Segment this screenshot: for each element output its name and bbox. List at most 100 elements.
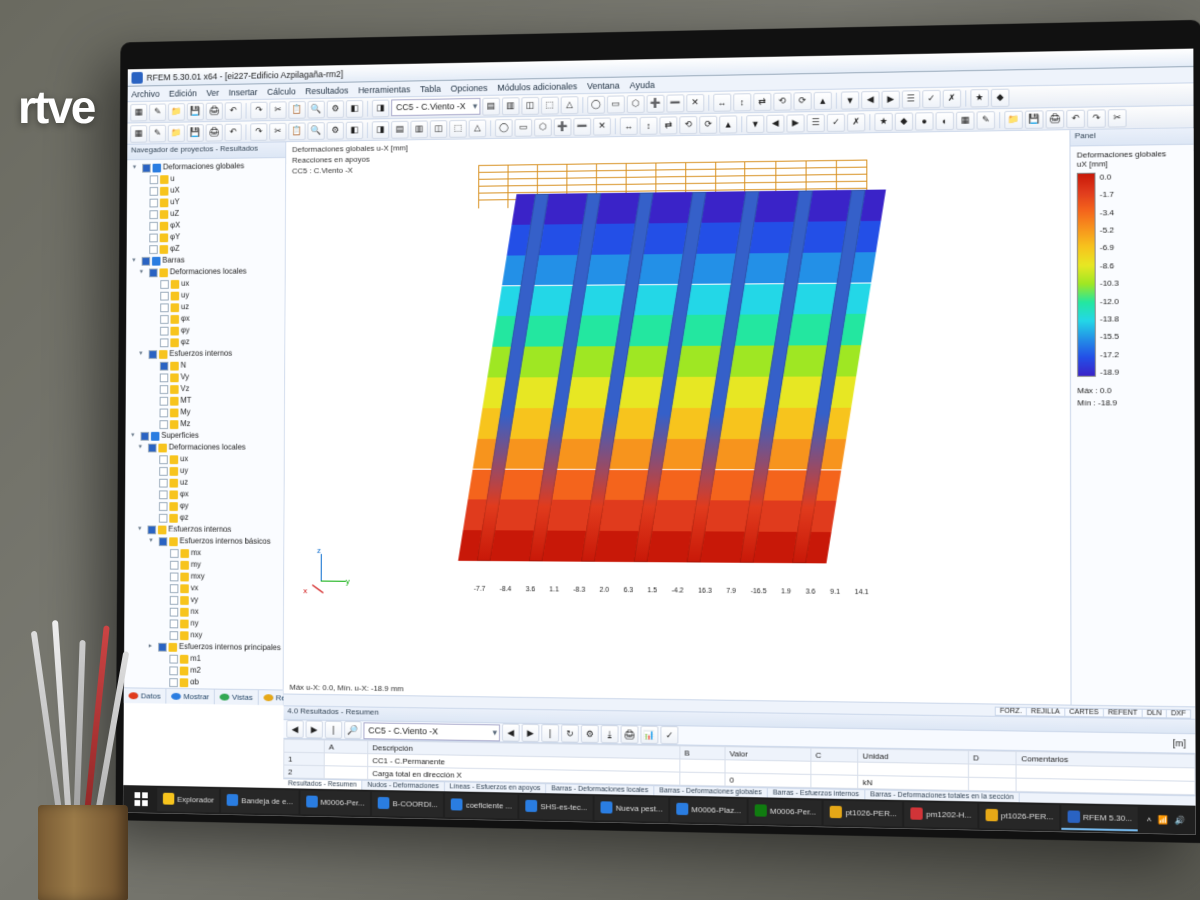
toolbar-button[interactable]: ✂: [269, 101, 286, 119]
toolbar-button[interactable]: ▼: [841, 91, 859, 109]
tree-node[interactable]: N: [126, 359, 284, 371]
toolbar-button[interactable]: ◨: [372, 121, 389, 139]
toolbar-button[interactable]: ↔: [620, 117, 638, 135]
toolbar-button[interactable]: ↕: [733, 93, 751, 111]
toolbar-button[interactable]: 🖨: [206, 123, 223, 141]
toolbar-button[interactable]: ↶: [1066, 109, 1085, 128]
results-tool-button[interactable]: ↻: [561, 724, 579, 742]
results-tool-button[interactable]: ⤓: [601, 725, 619, 743]
menu-opciones[interactable]: Opciones: [450, 83, 487, 94]
menu-insertar[interactable]: Insertar: [229, 87, 258, 97]
results-nav-button[interactable]: ◀: [286, 720, 303, 738]
snap-toggle-forz.[interactable]: FORZ.: [995, 707, 1027, 717]
toolbar-button[interactable]: ◧: [346, 121, 363, 139]
menu-herramientas[interactable]: Herramientas: [358, 84, 410, 95]
toolbar-button[interactable]: ✗: [847, 113, 865, 131]
taskbar-item[interactable]: M0006-Per...: [749, 799, 822, 825]
nav-tab-vistas[interactable]: Vistas: [215, 690, 259, 705]
toolbar-button[interactable]: ▤: [482, 97, 500, 115]
toolbar-button[interactable]: ✕: [686, 93, 704, 111]
toolbar-button[interactable]: △: [561, 96, 579, 114]
menu-ventana[interactable]: Ventana: [587, 80, 620, 91]
tree-node[interactable]: uz: [126, 301, 284, 314]
toolbar-button[interactable]: ▭: [515, 118, 533, 136]
results-nav-button[interactable]: |: [325, 721, 342, 739]
results-nav-button[interactable]: ▶: [306, 720, 323, 738]
results-loadcase-combo[interactable]: CC5 - C.Viento -X: [363, 722, 500, 741]
nav-tab-mostrar[interactable]: Mostrar: [166, 689, 215, 704]
toolbar-button[interactable]: 🖨: [1046, 110, 1065, 129]
toolbar-button[interactable]: ↶: [225, 123, 242, 141]
taskbar-item[interactable]: M0006-Per...: [300, 790, 370, 815]
taskbar-item[interactable]: SHS-es-tec...: [520, 795, 593, 821]
taskbar-item[interactable]: RFEM 5.30...: [1061, 805, 1138, 831]
toolbar-button[interactable]: ↶: [225, 102, 242, 120]
tree-node[interactable]: uz: [125, 477, 284, 489]
toolbar-button[interactable]: ✎: [977, 111, 996, 130]
toolbar-button[interactable]: 📁: [1004, 110, 1023, 129]
toolbar-button[interactable]: ☰: [807, 113, 825, 131]
tree-node[interactable]: ▾Superficies: [125, 430, 284, 442]
results-tool-button[interactable]: ⚙: [581, 725, 599, 743]
toolbar-button[interactable]: ◧: [346, 100, 363, 118]
toolbar-button[interactable]: ◆: [991, 88, 1010, 107]
toolbar-button[interactable]: ↔: [713, 93, 731, 111]
taskbar-item[interactable]: M0006-Plaz...: [670, 798, 746, 824]
tree-node[interactable]: uy: [125, 465, 284, 477]
toolbar-button[interactable]: ✂: [269, 122, 286, 140]
toolbar-button[interactable]: ⇄: [659, 116, 677, 134]
toolbar-button[interactable]: ⟲: [773, 92, 791, 110]
toolbar-button[interactable]: ◨: [372, 99, 389, 117]
toolbar-button[interactable]: ▦: [956, 111, 974, 129]
results-tool-button[interactable]: ▶: [522, 724, 540, 742]
results-tool-button[interactable]: ◀: [502, 724, 520, 742]
taskbar-item[interactable]: pm1202-H...: [904, 802, 977, 828]
tree-node[interactable]: ▸Esfuerzos internos principales: [124, 640, 283, 654]
tray-network-icon[interactable]: 📶: [1158, 815, 1169, 825]
snap-toggle-dln[interactable]: DLN: [1142, 709, 1167, 719]
results-tool-button[interactable]: ✓: [660, 726, 678, 744]
toolbar-button[interactable]: ✎: [149, 103, 166, 121]
taskbar-item[interactable]: B-COORDI...: [372, 792, 443, 817]
snap-toggle-dxf[interactable]: DXF: [1166, 709, 1191, 719]
toolbar-button[interactable]: ➖: [573, 117, 591, 135]
tree-node[interactable]: ▾Deformaciones locales: [125, 442, 284, 454]
toolbar-button[interactable]: 📁: [168, 103, 185, 121]
toolbar-button[interactable]: 📋: [288, 122, 305, 140]
menu-cálculo[interactable]: Cálculo: [267, 86, 296, 96]
tray-up-icon[interactable]: ˄: [1147, 815, 1152, 824]
toolbar-button[interactable]: ▼: [746, 114, 764, 132]
navigator-tree[interactable]: ▾Deformaciones globalesuuXuYuZφXφYφZ▾Bar…: [124, 158, 285, 690]
toolbar-button[interactable]: ▥: [410, 120, 427, 138]
toolbar-button[interactable]: ⬡: [534, 118, 552, 136]
toolbar-button[interactable]: ⟳: [793, 92, 811, 110]
taskbar-item[interactable]: pt1026-PER...: [824, 801, 902, 827]
tree-node[interactable]: My: [126, 406, 285, 418]
results-nav-button[interactable]: 🔎: [344, 721, 361, 739]
toolbar-button[interactable]: ★: [970, 88, 989, 107]
toolbar-button[interactable]: ✓: [827, 113, 845, 131]
toolbar-button[interactable]: 🔍: [307, 122, 324, 140]
navigator-tabs[interactable]: DatosMostrarVistasResultados: [124, 687, 283, 705]
toolbar-button[interactable]: ⬚: [541, 96, 559, 114]
menu-ayuda[interactable]: Ayuda: [630, 79, 655, 89]
toolbar-button[interactable]: ▶: [881, 90, 899, 108]
toolbar-button[interactable]: ↕: [640, 116, 658, 134]
tree-node[interactable]: Mz: [126, 418, 285, 430]
toolbar-button[interactable]: ⬚: [449, 119, 467, 137]
tray-volume-icon[interactable]: 🔊: [1175, 815, 1186, 825]
taskbar-item[interactable]: Bandeja de e...: [221, 789, 298, 814]
toolbar-button[interactable]: 🔍: [308, 100, 325, 118]
toolbar-button[interactable]: ▲: [814, 91, 832, 109]
tree-node[interactable]: MT: [126, 395, 285, 407]
tree-node[interactable]: φz: [125, 512, 284, 524]
tree-node[interactable]: φx: [126, 312, 284, 325]
toolbar-button[interactable]: ◀: [766, 114, 784, 132]
model-viewport[interactable]: Deformaciones globales u-X [mm]Reaccione…: [284, 130, 1072, 717]
menu-archivo[interactable]: Archivo: [131, 89, 159, 99]
menu-edición[interactable]: Edición: [169, 88, 197, 98]
toolbar-button[interactable]: ➖: [666, 94, 684, 112]
menu-módulos adicionales[interactable]: Módulos adicionales: [497, 81, 577, 92]
toolbar-button[interactable]: △: [469, 119, 487, 137]
toolbar-button[interactable]: ●: [915, 112, 933, 130]
